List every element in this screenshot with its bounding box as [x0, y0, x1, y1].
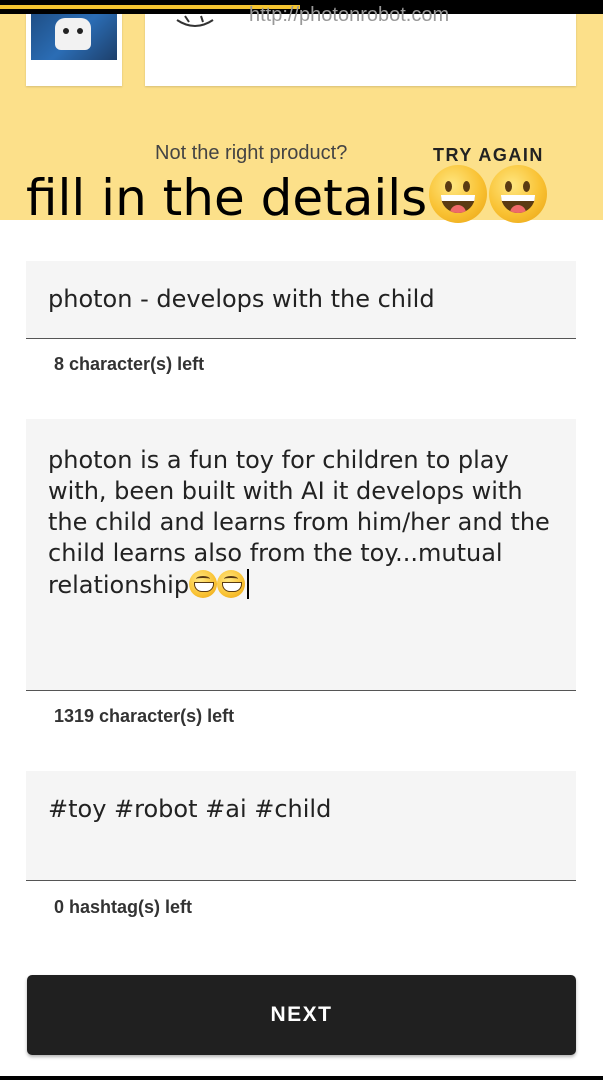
bottom-edge: [0, 1076, 603, 1080]
try-again-button[interactable]: TRY AGAIN: [433, 145, 544, 166]
grinning-face-icon: [489, 165, 548, 223]
hashtags-input-value[interactable]: #toy #robot #ai #child: [48, 795, 554, 823]
description-input-value[interactable]: photon is a fun toy for children to play…: [48, 445, 554, 601]
text-cursor: [247, 569, 250, 599]
grinning-face-with-smiling-eyes-icon: [189, 570, 218, 598]
description-field[interactable]: photon is a fun toy for children to play…: [26, 419, 576, 691]
product-thumbnail-image: [31, 14, 117, 60]
grinning-face-with-smiling-eyes-icon: [217, 570, 246, 598]
title-characters-left: 8 character(s) left: [54, 354, 205, 374]
description-characters-left: 1319 character(s) left: [54, 706, 235, 726]
product-url[interactable]: http://photonrobot.com: [249, 4, 449, 27]
not-right-product-text: Not the right product?: [155, 142, 348, 164]
description-text: photon is a fun toy for children to play…: [48, 446, 550, 599]
title-field[interactable]: photon - develops with the child: [26, 261, 576, 339]
grinning-face-icon: [429, 165, 488, 223]
rocking-horse-icon: [176, 15, 214, 27]
robot-icon: [55, 18, 91, 50]
product-thumbnail-card[interactable]: [26, 14, 122, 86]
hashtags-field[interactable]: #toy #robot #ai #child: [26, 771, 576, 881]
hashtags-left: 0 hashtag(s) left: [54, 897, 193, 917]
title-input-value[interactable]: photon - develops with the child: [48, 285, 554, 313]
overlay-caption-text: fill in the details: [26, 169, 428, 227]
next-button[interactable]: NEXT: [27, 975, 576, 1055]
overlay-caption: fill in the details: [26, 165, 548, 230]
product-url-card[interactable]: http://photonrobot.com: [145, 4, 576, 86]
